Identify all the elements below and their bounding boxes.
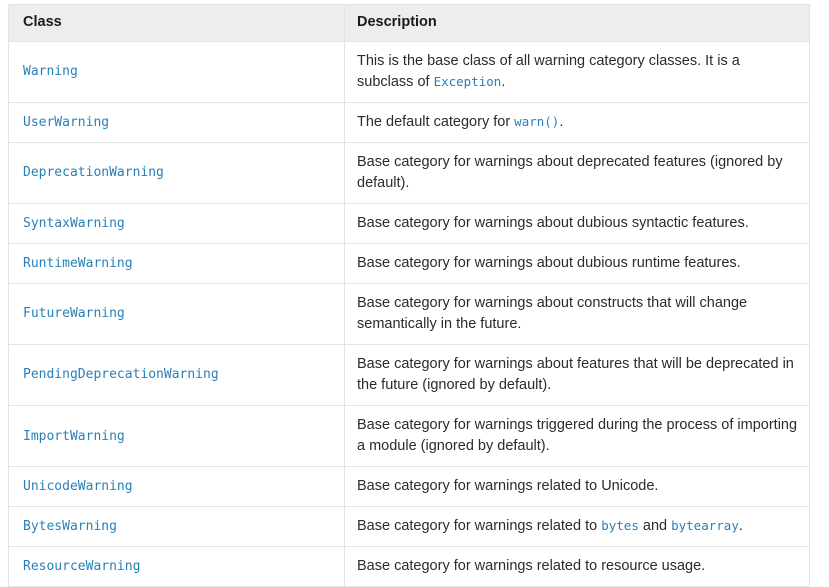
table-header: Class Description [8, 4, 810, 42]
cell-description: Base category for warnings about dubious… [344, 242, 810, 284]
cell-class: FutureWarning [8, 282, 345, 345]
cell-class: SyntaxWarning [8, 202, 345, 244]
cell-class: ImportWarning [8, 405, 345, 467]
table-row: ImportWarning Base category for warnings … [8, 405, 810, 467]
description-text: Base category for warnings related to [357, 518, 602, 535]
description-text: This is the base class of all warning ca… [357, 52, 740, 90]
description-text: Base category for warnings about depreca… [357, 153, 783, 191]
class-link[interactable]: Warning [23, 64, 78, 79]
cell-class: UserWarning [8, 101, 345, 143]
table-row: UnicodeWarning Base category for warnings… [8, 466, 810, 507]
cell-description: This is the base class of all warning ca… [344, 40, 810, 103]
cell-description: Base category for warnings related to by… [344, 506, 810, 547]
description-text: . [501, 73, 506, 90]
description-text: Base category for warnings about dubious… [357, 254, 741, 271]
cell-description: Base category for warnings about dubious… [344, 202, 810, 244]
cell-class: Warning [8, 40, 345, 103]
table-row: ResourceWarning Base category for warning… [8, 546, 810, 587]
class-link[interactable]: RuntimeWarning [23, 256, 133, 271]
description-text: Base category for warnings related to re… [357, 558, 706, 575]
cell-description: Base category for warnings related to Un… [344, 466, 810, 507]
cell-class: PendingDeprecationWarning [8, 343, 345, 406]
description-text: Base category for warnings about dubious… [357, 214, 749, 231]
description-text: . [738, 518, 743, 535]
class-link[interactable]: ResourceWarning [23, 559, 140, 574]
description-text: Base category for warnings related to Un… [357, 478, 659, 495]
cell-description: Base category for warnings about depreca… [344, 141, 810, 204]
table-row: PendingDeprecationWarning Base category f… [8, 343, 810, 406]
column-header-description: Description [344, 4, 810, 42]
cell-description: Base category for warnings about feature… [344, 343, 810, 406]
description-text: Base category for warnings about constru… [357, 294, 748, 332]
cell-description: Base category for warnings triggered dur… [344, 405, 810, 467]
description-text: The default category for [357, 113, 515, 130]
cell-class: ResourceWarning [8, 546, 345, 587]
description-text: Base category for warnings triggered dur… [357, 417, 798, 455]
cell-class: DeprecationWarning [8, 141, 345, 204]
column-header-class: Class [8, 4, 345, 42]
class-link[interactable]: SyntaxWarning [23, 216, 125, 231]
inline-code[interactable]: bytearray [671, 518, 739, 533]
table-row: UserWarning The default category for warn… [8, 101, 810, 143]
cell-description: Base category for warnings about constru… [344, 282, 810, 345]
inline-code[interactable]: warn() [514, 114, 559, 129]
table-row: Warning This is the base class of all war… [8, 40, 810, 103]
class-link[interactable]: ImportWarning [23, 429, 125, 444]
class-link[interactable]: FutureWarning [23, 306, 125, 321]
cell-class: RuntimeWarning [8, 242, 345, 284]
inline-code[interactable]: Exception [434, 74, 502, 89]
table-row: SyntaxWarning Base category for warnings … [8, 202, 810, 244]
cell-class: UnicodeWarning [8, 466, 345, 507]
cell-description: The default category for warn(). [344, 101, 810, 143]
class-link[interactable]: PendingDeprecationWarning [23, 367, 219, 382]
table-row: FutureWarning Base category for warnings … [8, 282, 810, 345]
table-row: DeprecationWarning Base category for warn… [8, 141, 810, 204]
cell-class: BytesWarning [8, 506, 345, 547]
table-row: RuntimeWarning Base category for warnings… [8, 242, 810, 284]
description-text: . [559, 113, 564, 130]
description-text: Base category for warnings about feature… [357, 355, 794, 393]
class-link[interactable]: DeprecationWarning [23, 165, 164, 180]
table-header-row: Class Description [8, 4, 810, 42]
table-row: BytesWarning Base category for warnings r… [8, 506, 810, 547]
description-text: and [638, 518, 672, 535]
inline-code[interactable]: bytes [601, 518, 639, 533]
class-link[interactable]: UserWarning [23, 115, 109, 130]
table-body: Warning This is the base class of all war… [8, 40, 810, 587]
cell-description: Base category for warnings related to re… [344, 546, 810, 587]
class-link[interactable]: BytesWarning [23, 519, 117, 534]
class-link[interactable]: UnicodeWarning [23, 479, 133, 494]
